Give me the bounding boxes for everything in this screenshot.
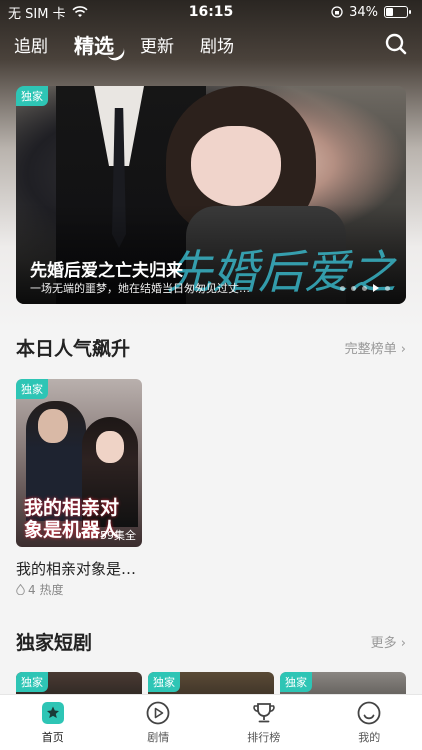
- pagination-dot[interactable]: [340, 285, 345, 291]
- flame-icon: [16, 584, 25, 595]
- banner-image-woman-face: [191, 126, 281, 206]
- tabbar-label: 剧情: [147, 731, 170, 744]
- home-icon: [41, 702, 64, 724]
- more-link[interactable]: 更多 ›: [371, 632, 406, 651]
- full-ranking-link[interactable]: 完整榜单 ›: [345, 338, 406, 357]
- exclusive-list: 独家 独家 独家: [16, 672, 406, 702]
- play-circle-icon: [146, 701, 170, 725]
- banner-pagination: [340, 284, 390, 292]
- pagination-dot[interactable]: [362, 285, 367, 291]
- poster-image-woman-face: [96, 431, 124, 463]
- status-left: 无 SIM 卡: [8, 3, 88, 22]
- exclusive-badge: 独家: [148, 672, 180, 692]
- chevron-right-icon: ›: [400, 636, 406, 651]
- heat-value: 4 热度: [28, 583, 64, 597]
- status-right: 34%: [331, 4, 411, 20]
- chevron-right-icon: ›: [400, 342, 406, 357]
- exclusive-badge: 独家: [16, 379, 48, 399]
- banner-subtitle: 一场无端的噩梦，她在结婚当日匆匆见过丈…: [30, 282, 250, 295]
- exclusive-badge: 独家: [16, 672, 48, 692]
- profile-icon: [357, 701, 381, 725]
- tabbar-home[interactable]: 首页: [0, 695, 106, 750]
- tab-label: 追剧: [14, 36, 48, 57]
- play-icon[interactable]: [373, 284, 379, 292]
- tab-theater[interactable]: 剧场: [200, 32, 234, 57]
- poster-image-man-face: [38, 409, 68, 443]
- banner-title: 先婚后爱之亡夫归来: [30, 261, 183, 281]
- tab-updates[interactable]: 更新: [140, 32, 174, 57]
- more-label: 更多: [370, 636, 397, 651]
- bottom-tab-bar: 首页 剧情 排行榜 我的: [0, 694, 422, 750]
- top-nav: 追剧 精选 更新 剧场: [0, 24, 422, 64]
- pagination-dot[interactable]: [385, 285, 390, 291]
- rotation-lock-icon: [331, 6, 343, 18]
- tabbar-label: 我的: [358, 731, 381, 744]
- exclusive-section-header: 独家短剧 更多 ›: [16, 628, 406, 655]
- exclusive-badge: 独家: [280, 672, 312, 692]
- featured-banner[interactable]: 先婚后爱之 独家 先婚后爱之亡夫归来 一场无端的噩梦，她在结婚当日匆匆见过丈…: [16, 86, 406, 304]
- battery-percent: 34%: [349, 4, 378, 20]
- exclusive-badge: 独家: [16, 86, 48, 106]
- tabbar-label: 首页: [41, 731, 64, 744]
- drama-title[interactable]: 我的相亲对象是…: [16, 558, 146, 579]
- tabbar-ranking[interactable]: 排行榜: [211, 695, 317, 750]
- status-time: 16:15: [188, 4, 234, 20]
- carrier-label: 无 SIM 卡: [8, 6, 66, 22]
- battery-fill: [386, 8, 394, 16]
- tab-label: 剧场: [200, 36, 234, 57]
- full-ranking-label: 完整榜单: [344, 342, 397, 357]
- tab-featured[interactable]: 精选: [74, 30, 128, 63]
- battery-icon: [384, 6, 411, 18]
- tabbar-label: 排行榜: [247, 731, 281, 744]
- wifi-icon: [72, 6, 88, 17]
- trophy-icon: [253, 703, 275, 723]
- tabbar-profile[interactable]: 我的: [317, 695, 422, 750]
- pagination-dot[interactable]: [351, 285, 356, 291]
- section-title: 本日人气飙升: [16, 338, 131, 360]
- search-icon[interactable]: [384, 32, 408, 56]
- section-title: 独家短剧: [16, 632, 93, 654]
- episode-status: 59集全: [100, 529, 136, 542]
- status-bar: 无 SIM 卡 16:15 34%: [0, 0, 422, 24]
- drama-card[interactable]: 独家 我的相亲对象是机器人 59集全: [16, 379, 142, 547]
- drama-heat: 4 热度: [16, 581, 63, 598]
- tab-follow[interactable]: 追剧: [14, 32, 48, 57]
- popular-section-header: 本日人气飙升 完整榜单 ›: [16, 334, 406, 361]
- tab-label: 更新: [140, 36, 174, 57]
- tabbar-drama[interactable]: 剧情: [106, 695, 212, 750]
